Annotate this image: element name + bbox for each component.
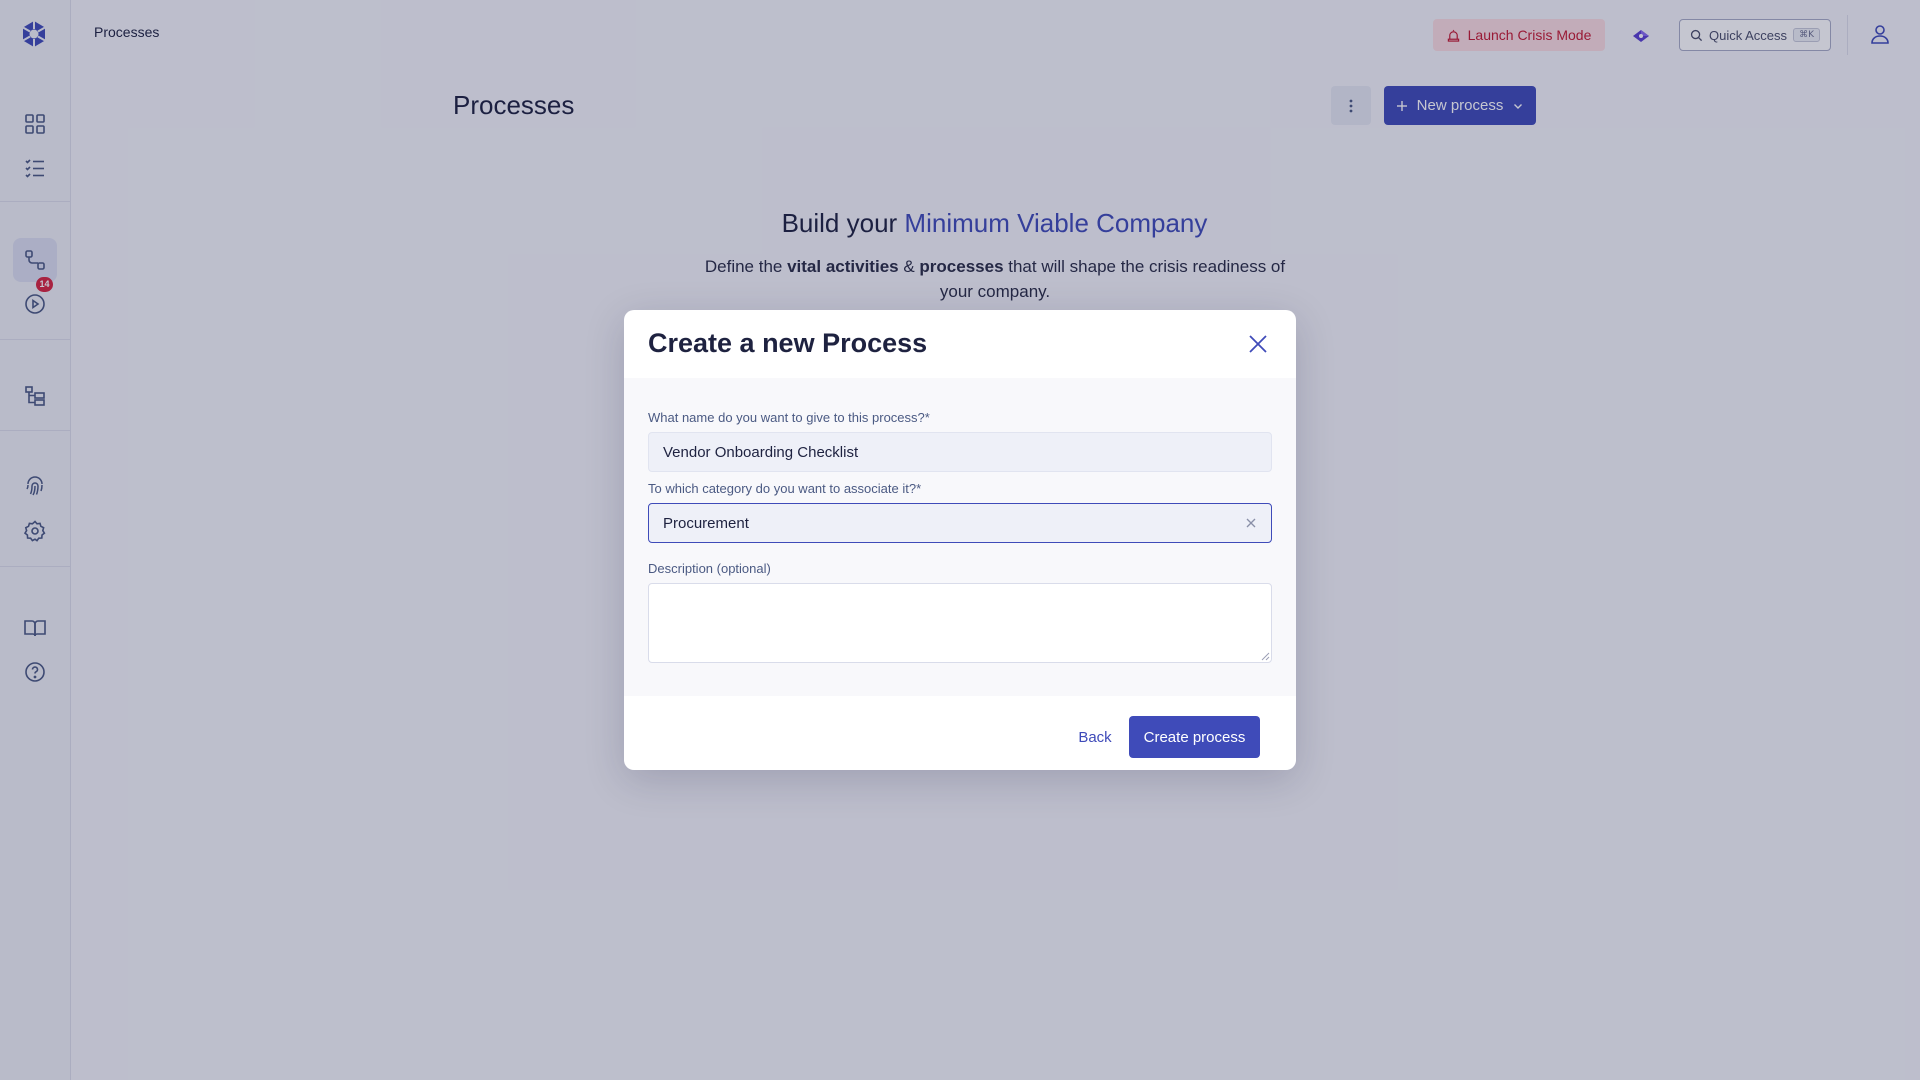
modal-title: Create a new Process: [648, 328, 928, 358]
description-textarea[interactable]: [648, 583, 1272, 663]
category-select[interactable]: Procurement: [648, 503, 1272, 543]
resize-handle-icon[interactable]: [1261, 652, 1270, 661]
create-process-button[interactable]: Create process: [1129, 716, 1260, 758]
process-name-value: Vendor Onboarding Checklist: [663, 443, 859, 461]
description-field-label: Description (optional): [648, 561, 771, 576]
clear-selection-icon[interactable]: [1245, 517, 1257, 529]
category-field-label: To which category do you want to associa…: [648, 481, 922, 496]
modal-body: What name do you want to give to this pr…: [624, 378, 1296, 696]
close-icon: [1249, 335, 1267, 353]
back-button[interactable]: Back: [1070, 716, 1120, 758]
close-button[interactable]: [1246, 332, 1270, 356]
create-process-dialog: Create a new Process What name do you wa…: [624, 310, 1296, 770]
category-value: Procurement: [663, 514, 749, 532]
process-name-input[interactable]: Vendor Onboarding Checklist: [648, 432, 1272, 472]
modal-footer: Back Create process: [624, 696, 1296, 770]
modal-header: Create a new Process: [624, 310, 1296, 378]
name-field-label: What name do you want to give to this pr…: [648, 410, 930, 425]
